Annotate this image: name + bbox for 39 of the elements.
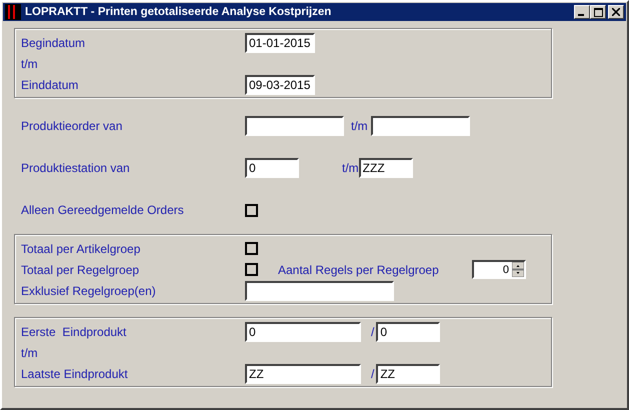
spin-box[interactable]: 0 <box>472 260 526 279</box>
input-field[interactable]: 0 <box>245 322 361 342</box>
minimize-button[interactable] <box>574 5 590 19</box>
app-icon <box>5 4 21 20</box>
input-field[interactable]: 0 <box>376 322 440 342</box>
separator-label: t/m <box>342 161 359 175</box>
field-label: Laatste Eindprodukt <box>21 366 129 380</box>
separator-label: / <box>371 324 374 338</box>
field-label: Totaal per Regelgroep <box>21 262 140 276</box>
checkbox[interactable] <box>245 263 258 276</box>
field-label: Eerste Eindprodukt <box>21 324 128 338</box>
input-field[interactable] <box>245 116 344 136</box>
maximize-button[interactable] <box>590 5 606 19</box>
close-icon <box>612 8 620 16</box>
field-label: Aantal Regels per Regelgroep <box>278 262 440 276</box>
close-button[interactable] <box>608 5 624 19</box>
input-field[interactable]: 0 <box>245 158 299 178</box>
field-label: t/m <box>21 346 39 360</box>
field-label: Alleen Gereedgemelde Orders <box>21 203 185 217</box>
separator-label: t/m <box>351 119 368 133</box>
window-title: LOPRAKTT - Printen getotaliseerde Analyse Kostprijzen <box>25 6 332 18</box>
checkbox[interactable] <box>245 242 258 255</box>
field-label: Einddatum <box>21 78 80 92</box>
field-label: Exklusief Regelgroep(en) <box>21 284 157 298</box>
input-field[interactable]: 01-01-2015 <box>245 32 315 52</box>
maximize-icon <box>594 8 602 16</box>
field-label: t/m <box>21 56 39 70</box>
input-field[interactable]: ZZ <box>376 364 440 384</box>
field-label: Produktieorder van <box>21 119 124 133</box>
field-label: Totaal per Artikelgroep <box>21 242 142 256</box>
input-field[interactable] <box>370 116 470 136</box>
input-field[interactable]: 09-03-2015 <box>245 74 315 94</box>
field-label: Produktiestation van <box>21 161 131 175</box>
input-field[interactable]: ZZ <box>245 364 361 384</box>
input-field[interactable]: ZZZ <box>358 158 413 178</box>
input-field[interactable] <box>245 280 394 300</box>
checkbox[interactable] <box>245 204 258 216</box>
field-label: Begindatum <box>21 36 86 50</box>
separator-label: / <box>371 366 374 380</box>
